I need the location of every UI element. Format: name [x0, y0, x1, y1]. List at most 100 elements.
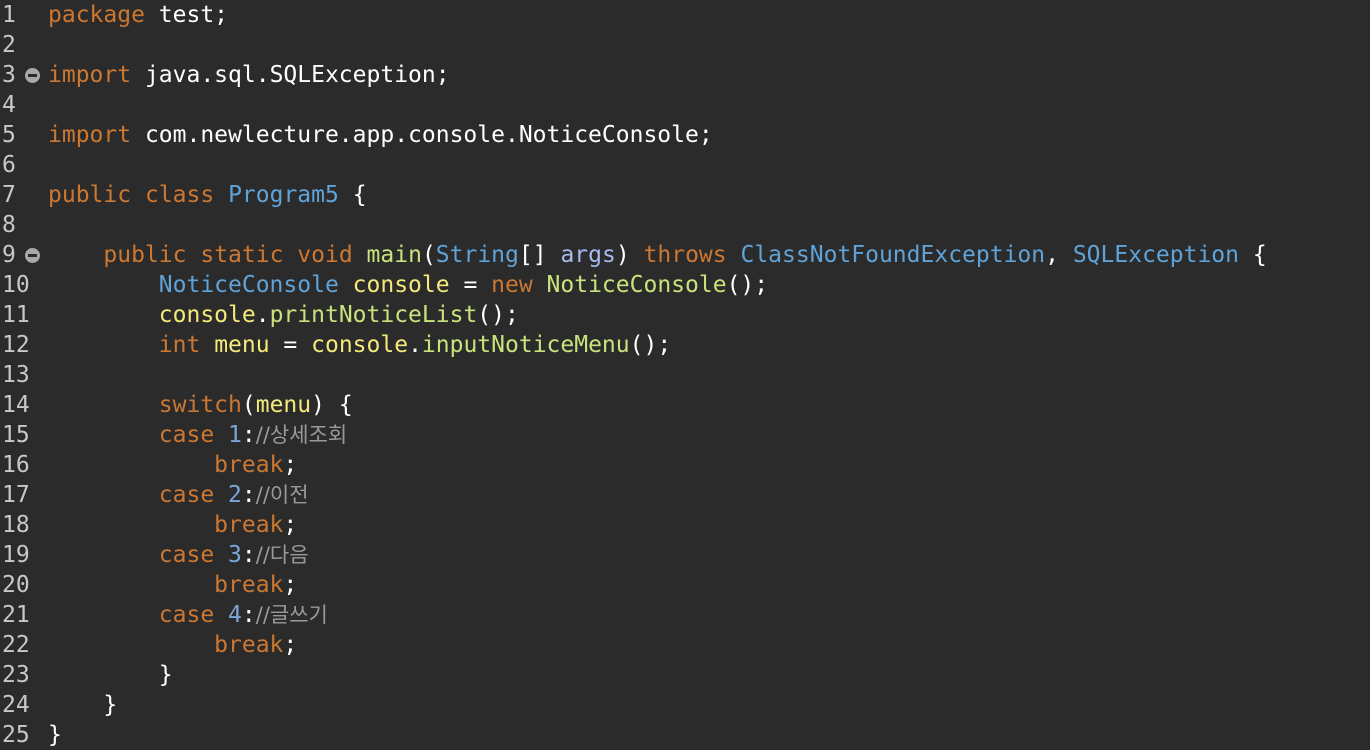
code-line[interactable]: 23 }: [0, 660, 1370, 690]
code-text: case 2://이전: [48, 480, 309, 510]
code-line[interactable]: 25}: [0, 720, 1370, 750]
line-number: 2: [2, 32, 16, 58]
code-token: }: [48, 722, 62, 748]
code-line[interactable]: 17 case 2://이전: [0, 480, 1370, 510]
code-line[interactable]: 9 public static void main(String[] args)…: [0, 240, 1370, 270]
code-token: //글쓰기: [255, 603, 328, 627]
code-line[interactable]: 13: [0, 360, 1370, 390]
code-line[interactable]: 16 break;: [0, 450, 1370, 480]
code-token: //상세조회: [255, 423, 348, 447]
code-token: case: [158, 602, 215, 628]
code-token: args: [560, 242, 616, 268]
code-token: ,: [1045, 242, 1073, 268]
code-token: }: [158, 662, 173, 688]
line-number: 16: [2, 452, 30, 478]
code-line[interactable]: 8: [0, 210, 1370, 240]
code-token: menu: [255, 392, 312, 418]
line-number: 21: [2, 602, 30, 628]
code-text: import java.sql.SQLException;: [48, 60, 450, 90]
code-line[interactable]: 22 break;: [0, 630, 1370, 660]
code-text: NoticeConsole console = new NoticeConsol…: [48, 270, 768, 300]
line-number: 18: [2, 512, 30, 538]
line-number: 8: [2, 212, 16, 238]
line-number: 19: [2, 542, 30, 568]
code-text: }: [48, 690, 117, 720]
code-token: case: [158, 482, 215, 508]
code-token: case: [158, 542, 215, 568]
code-line[interactable]: 3 import java.sql.SQLException;: [0, 60, 1370, 90]
code-line[interactable]: 10 NoticeConsole console = new NoticeCon…: [0, 270, 1370, 300]
line-number: 6: [2, 152, 16, 178]
code-token: SQLException: [1072, 242, 1239, 268]
collapse-fold-icon[interactable]: [25, 68, 40, 83]
code-line[interactable]: 19 case 3://다음: [0, 540, 1370, 570]
code-token: (: [421, 242, 436, 268]
code-token: console: [311, 332, 409, 358]
code-token: }: [103, 692, 118, 718]
code-line[interactable]: 21 case 4://글쓰기: [0, 600, 1370, 630]
code-line[interactable]: 5 import com.newlecture.app.console.Notic…: [0, 120, 1370, 150]
code-token: {: [338, 182, 367, 208]
code-token: =: [449, 272, 492, 298]
code-line[interactable]: 12 int menu = console.inputNoticeMenu();: [0, 330, 1370, 360]
line-number: 14: [2, 392, 30, 418]
code-text: break;: [48, 450, 297, 480]
code-token: class: [144, 182, 215, 208]
line-number: 10: [2, 272, 30, 298]
code-token: java.sql.SQLException;: [131, 62, 450, 88]
code-token: switch: [158, 392, 242, 418]
collapse-fold-icon[interactable]: [25, 248, 40, 263]
code-line[interactable]: 20 break;: [0, 570, 1370, 600]
code-line[interactable]: 2: [0, 30, 1370, 60]
line-number: 11: [2, 302, 30, 328]
code-token: 3: [228, 542, 242, 568]
code-text: case 1://상세조회: [48, 420, 347, 450]
code-text: }: [48, 720, 62, 750]
code-line[interactable]: 11 console.printNoticeList();: [0, 300, 1370, 330]
line-number: 12: [2, 332, 30, 358]
code-line[interactable]: 24 }: [0, 690, 1370, 720]
code-token: void: [297, 242, 353, 268]
code-line[interactable]: 7 public class Program5 {: [0, 180, 1370, 210]
code-line[interactable]: 18 break;: [0, 510, 1370, 540]
code-token: ): [615, 242, 644, 268]
code-token: ) {: [311, 392, 353, 418]
code-token: break: [214, 452, 284, 478]
code-token: main: [366, 242, 422, 268]
code-token: //다음: [255, 543, 309, 567]
code-token: :: [241, 482, 256, 508]
code-line[interactable]: 14 switch(menu) {: [0, 390, 1370, 420]
code-editor[interactable]: 1 package test; 2 3 import java.sql.SQLExcep…: [0, 0, 1370, 750]
code-line[interactable]: 1 package test;: [0, 0, 1370, 30]
code-text: public static void main(String[] args) t…: [48, 240, 1266, 270]
code-token: 2: [228, 482, 242, 508]
code-line[interactable]: 4: [0, 90, 1370, 120]
code-line[interactable]: 15 case 1://상세조회: [0, 420, 1370, 450]
code-token: new: [491, 272, 533, 298]
code-token: NoticeConsole: [158, 272, 339, 298]
code-token: Program5: [228, 182, 339, 208]
code-line[interactable]: 6: [0, 150, 1370, 180]
code-token: ();: [726, 272, 769, 298]
code-token: throws: [643, 242, 727, 268]
code-text: import com.newlecture.app.console.Notice…: [48, 120, 713, 150]
code-text: public class Program5 {: [48, 180, 367, 210]
